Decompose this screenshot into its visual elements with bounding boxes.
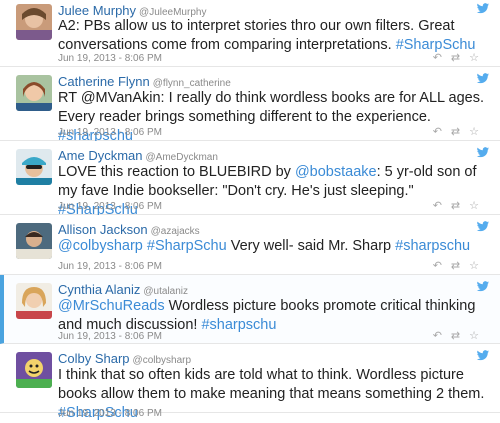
user-handle[interactable]: @AmeDyckman: [146, 152, 218, 163]
display-name[interactable]: Julee Murphy: [58, 3, 136, 18]
twitter-bird-icon[interactable]: [476, 73, 490, 84]
tweet-feed: Julee Murphy @JuleeMurphy A2: PBs allow u…: [0, 0, 500, 421]
reply-icon[interactable]: ↶: [433, 52, 451, 64]
user-handle[interactable]: @colbysharp: [133, 355, 192, 366]
timestamp[interactable]: Jun 19, 2013 - 8:06 PM: [58, 331, 162, 342]
twitter-bird-icon[interactable]: [476, 221, 490, 232]
twitter-bird-icon[interactable]: [476, 3, 490, 14]
favorite-star-icon[interactable]: ☆: [469, 200, 488, 212]
hashtag-link[interactable]: #sharpschu: [395, 238, 470, 254]
display-name[interactable]: Allison Jackson: [58, 222, 148, 237]
tweet-text: @MrSchuReads Wordless picture books prom…: [58, 297, 488, 335]
user-handle[interactable]: @flynn_catherine: [153, 78, 231, 89]
mention-link[interactable]: @bobstaake: [295, 164, 377, 180]
twitter-bird-icon[interactable]: [476, 147, 490, 158]
avatar[interactable]: [16, 4, 52, 40]
tweet-text-body: I think that so often kids are told what…: [58, 367, 485, 402]
tweet-text-body: LOVE this reaction to BLUEBIRD by: [58, 164, 291, 180]
twitter-bird-icon[interactable]: [476, 281, 490, 292]
avatar[interactable]: [16, 75, 52, 111]
timestamp[interactable]: Jun 19, 2013 - 8:06 PM: [58, 53, 162, 64]
user-handle[interactable]: @azajacks: [151, 226, 200, 237]
avatar[interactable]: [16, 223, 52, 259]
mention-link[interactable]: @MrSchuReads: [58, 298, 165, 314]
hashtag-link[interactable]: #SharpSchu: [147, 238, 227, 254]
mention-link[interactable]: @colbysharp: [58, 238, 143, 254]
timestamp[interactable]: Jun 19, 2013 - 8:06 PM: [58, 127, 162, 138]
reply-icon[interactable]: ↶: [433, 126, 451, 138]
display-name[interactable]: Cynthia Alaniz: [58, 282, 140, 297]
avatar[interactable]: [16, 149, 52, 185]
retweet-icon[interactable]: ⇄: [451, 330, 469, 342]
reply-icon[interactable]: ↶: [433, 200, 451, 212]
tweet-text: A2: PBs allow us to interpret stories th…: [58, 17, 488, 55]
tweet-text: @colbysharp #SharpSchu Very well- said M…: [58, 237, 488, 256]
tweet-item[interactable]: Julee Murphy @JuleeMurphy A2: PBs allow u…: [0, 0, 500, 67]
retweet-icon[interactable]: ⇄: [451, 126, 469, 138]
twitter-bird-icon[interactable]: [476, 350, 490, 361]
retweet-icon[interactable]: ⇄: [451, 52, 469, 64]
tweet-item[interactable]: Ame Dyckman @AmeDyckman LOVE this reactio…: [0, 141, 500, 218]
timestamp[interactable]: Jun 19, 2013 - 8:06 PM: [58, 201, 162, 212]
user-handle[interactable]: @utalaniz: [143, 286, 188, 297]
retweet-icon[interactable]: ⇄: [451, 200, 469, 212]
reply-icon[interactable]: ↶: [433, 260, 451, 272]
display-name[interactable]: Catherine Flynn: [58, 74, 150, 89]
display-name[interactable]: Ame Dyckman: [58, 148, 143, 163]
display-name[interactable]: Colby Sharp: [58, 351, 130, 366]
tweet-item[interactable]: Catherine Flynn @flynn_catherine RT @MVan…: [0, 67, 500, 144]
tweet-text-body: RT @MVanAkin: I really do think wordless…: [58, 90, 485, 125]
tweet-actions: ↶⇄☆: [433, 125, 488, 138]
favorite-star-icon[interactable]: ☆: [469, 52, 488, 64]
tweet-item[interactable]: Allison Jackson @azajacks @colbysharp #Sh…: [0, 215, 500, 275]
favorite-star-icon[interactable]: ☆: [469, 330, 488, 342]
reply-icon[interactable]: ↶: [433, 330, 451, 342]
tweet-item-highlighted[interactable]: Cynthia Alaniz @utalaniz @MrSchuReads Wor…: [0, 275, 500, 344]
retweet-icon[interactable]: ⇄: [451, 260, 469, 272]
hashtag-link[interactable]: #sharpschu: [201, 317, 276, 333]
tweet-actions: ↶⇄☆: [433, 51, 488, 64]
tweet-actions: ↶⇄☆: [433, 329, 488, 342]
timestamp[interactable]: Jun 19, 2013 - 8:06 PM: [58, 261, 162, 272]
favorite-star-icon[interactable]: ☆: [469, 126, 488, 138]
favorite-star-icon[interactable]: ☆: [469, 260, 488, 272]
timestamp[interactable]: Jun 19, 2013 - 8:06 PM: [58, 408, 162, 419]
tweet-actions: ↶⇄☆: [433, 259, 488, 272]
tweet-actions: ↶⇄☆: [433, 199, 488, 212]
tweet-text-body: Very well- said Mr. Sharp: [230, 238, 392, 254]
avatar[interactable]: [16, 283, 52, 319]
avatar[interactable]: [16, 352, 52, 388]
tweet-item[interactable]: Colby Sharp @colbysharp I think that so o…: [0, 344, 500, 421]
